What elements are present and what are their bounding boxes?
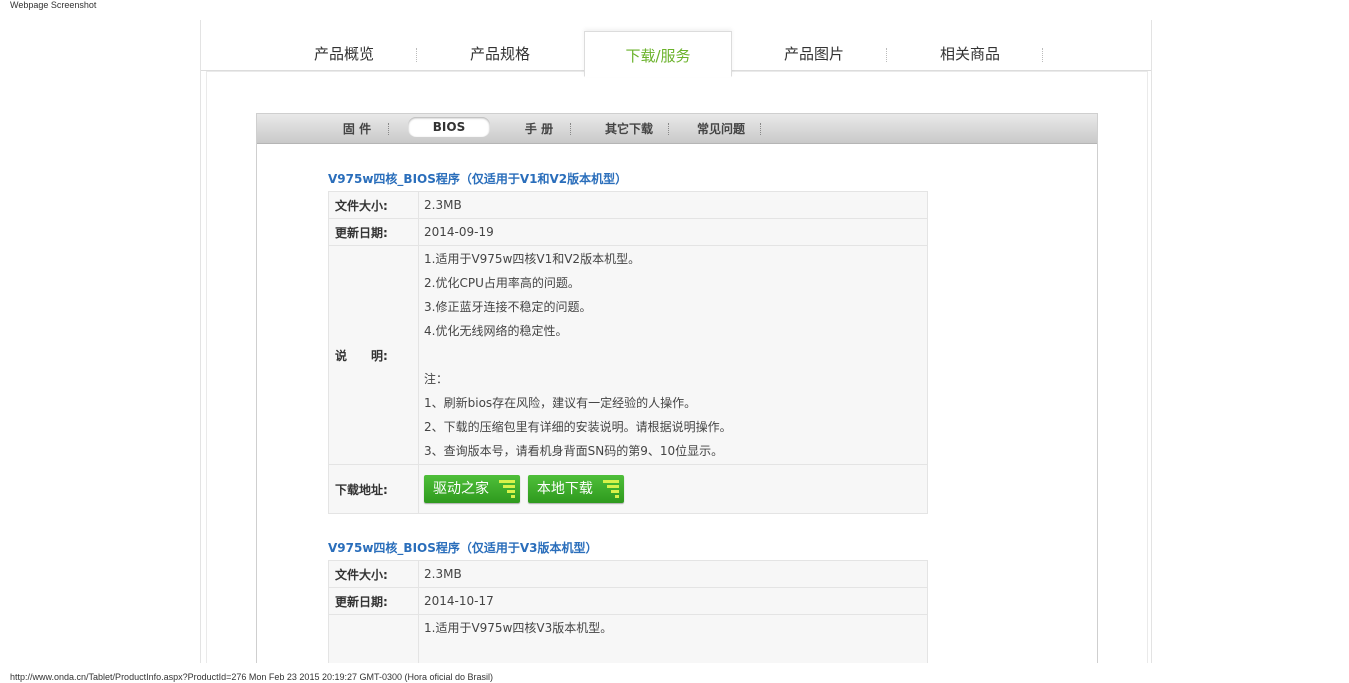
subtab-faq[interactable]: 常见问题 <box>693 114 761 143</box>
file-size-value: 2.3MB <box>418 191 928 219</box>
description-label: 说 明: <box>328 245 419 465</box>
product-page-frame: 产品概览 产品规格 下载/服务 产品图片 相关商品 固 件 BIOS 手 册 其… <box>200 20 1152 663</box>
download-panel: 固 件 BIOS 手 册 其它下载 常见问题 V975w四核_BIOS程序（仅适… <box>256 113 1098 663</box>
subtab-label: 常见问题 <box>696 122 745 136</box>
description-line: 1.适用于V975w四核V3版本机型。 <box>424 621 613 635</box>
subtab-label: 固 件 <box>342 122 372 136</box>
table-row: 下载地址: 驱动之家 本地下载 <box>328 464 928 514</box>
download-mydrivers-button[interactable]: 驱动之家 <box>424 475 520 503</box>
subtab-separator <box>667 123 669 135</box>
main-tab-bar: 产品概览 产品规格 下载/服务 产品图片 相关商品 <box>201 20 1151 77</box>
tab-separator <box>885 48 887 62</box>
table-row: 文件大小: 2.3MB <box>328 191 928 219</box>
description-line: 1、刷新bios存在风险，建议有一定经验的人操作。 <box>424 396 697 410</box>
tab-label: 下载/服务 <box>625 47 691 65</box>
bios-info-table-v1-v2: 文件大小: 2.3MB 更新日期: 2014-09-19 说 明: 1.适用于V… <box>328 191 928 514</box>
tab-label: 产品规格 <box>469 45 530 63</box>
description-line: 4.优化无线网络的稳定性。 <box>424 324 568 338</box>
bios-title-v1-v2[interactable]: V975w四核_BIOS程序（仅适用于V1和V2版本机型） <box>328 170 627 187</box>
description-line: 2.优化CPU占用率高的问题。 <box>424 276 580 290</box>
download-lines-icon <box>497 478 517 498</box>
button-label: 驱动之家 <box>433 481 489 497</box>
download-lines-icon <box>601 478 621 498</box>
description-line: 3、查询版本号，请看机身背面SN码的第9、10位显示。 <box>424 444 724 458</box>
tab-product-images[interactable]: 产品图片 <box>741 34 887 70</box>
subtab-separator <box>387 123 389 135</box>
description-line <box>424 343 926 367</box>
button-label: 本地下载 <box>536 481 593 497</box>
tab-label: 产品概览 <box>313 45 374 63</box>
download-buttons-cell: 驱动之家 本地下载 <box>418 464 928 514</box>
tab-label: 产品图片 <box>783 45 844 63</box>
table-row: 更新日期: 2014-09-19 <box>328 218 928 246</box>
update-date-value: 2014-09-19 <box>418 218 928 246</box>
update-date-value: 2014-10-17 <box>418 587 928 615</box>
subtab-separator <box>569 123 571 135</box>
tab-content-area: 固 件 BIOS 手 册 其它下载 常见问题 V975w四核_BIOS程序（仅适… <box>206 71 1148 663</box>
table-row: 文件大小: 2.3MB <box>328 560 928 588</box>
tab-separator <box>1041 48 1043 62</box>
subtab-label: 其它下载 <box>604 122 653 136</box>
screenshot-caption-bottom: http://www.onda.cn/Tablet/ProductInfo.as… <box>10 672 494 682</box>
bios-info-table-v3: 文件大小: 2.3MB 更新日期: 2014-10-17 1.适用于V975w四… <box>328 560 928 663</box>
sub-tab-bar: 固 件 BIOS 手 册 其它下载 常见问题 <box>257 114 1097 144</box>
download-address-label: 下载地址: <box>328 464 419 514</box>
file-size-label: 文件大小: <box>328 560 419 588</box>
file-size-label: 文件大小: <box>328 191 419 219</box>
tab-download-service[interactable]: 下载/服务 <box>584 31 732 77</box>
update-date-label: 更新日期: <box>328 218 419 246</box>
tab-separator <box>415 48 417 62</box>
subtab-label: 手 册 <box>524 122 554 136</box>
tab-product-overview[interactable]: 产品概览 <box>271 34 417 70</box>
description-value: 1.适用于V975w四核V3版本机型。 <box>418 614 928 663</box>
tab-related-products[interactable]: 相关商品 <box>897 34 1043 70</box>
description-line: 3.修正蓝牙连接不稳定的问题。 <box>424 300 592 314</box>
subtab-bios[interactable]: BIOS <box>408 117 490 137</box>
description-line: 注： <box>424 372 449 386</box>
table-row: 更新日期: 2014-10-17 <box>328 587 928 615</box>
subtab-firmware[interactable]: 固 件 <box>337 114 389 143</box>
tab-label: 相关商品 <box>939 45 1000 63</box>
download-local-button[interactable]: 本地下载 <box>527 475 624 503</box>
subtab-manual[interactable]: 手 册 <box>519 114 571 143</box>
description-line: 2、下载的压缩包里有详细的安装说明。请根据说明操作。 <box>424 420 732 434</box>
description-label <box>328 614 419 663</box>
update-date-label: 更新日期: <box>328 587 419 615</box>
table-row: 说 明: 1.适用于V975w四核V1和V2版本机型。 2.优化CPU占用率高的… <box>328 245 928 465</box>
subtab-label: BIOS <box>432 120 466 134</box>
subtab-other-downloads[interactable]: 其它下载 <box>601 114 669 143</box>
description-value: 1.适用于V975w四核V1和V2版本机型。 2.优化CPU占用率高的问题。 3… <box>418 245 928 465</box>
description-line: 1.适用于V975w四核V1和V2版本机型。 <box>424 252 641 266</box>
screenshot-caption-top: Webpage Screenshot <box>10 0 97 10</box>
subtab-separator <box>759 123 761 135</box>
table-row: 1.适用于V975w四核V3版本机型。 <box>328 614 928 663</box>
bios-title-v3[interactable]: V975w四核_BIOS程序（仅适用于V3版本机型） <box>328 539 598 556</box>
tab-product-specs[interactable]: 产品规格 <box>427 34 573 70</box>
file-size-value: 2.3MB <box>418 560 928 588</box>
